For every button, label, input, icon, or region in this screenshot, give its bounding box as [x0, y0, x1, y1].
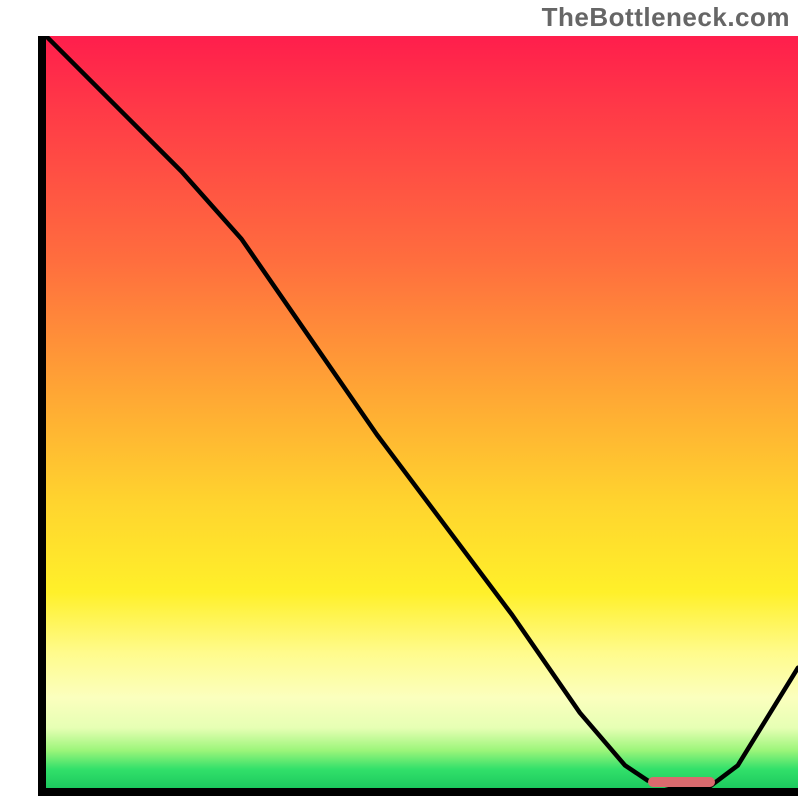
plot-area	[38, 36, 798, 796]
curve-layer	[46, 36, 798, 788]
optimal-range-marker	[648, 777, 716, 787]
watermark-text: TheBottleneck.com	[542, 2, 790, 33]
chart-root: TheBottleneck.com	[0, 0, 800, 800]
bottleneck-curve	[46, 36, 798, 788]
